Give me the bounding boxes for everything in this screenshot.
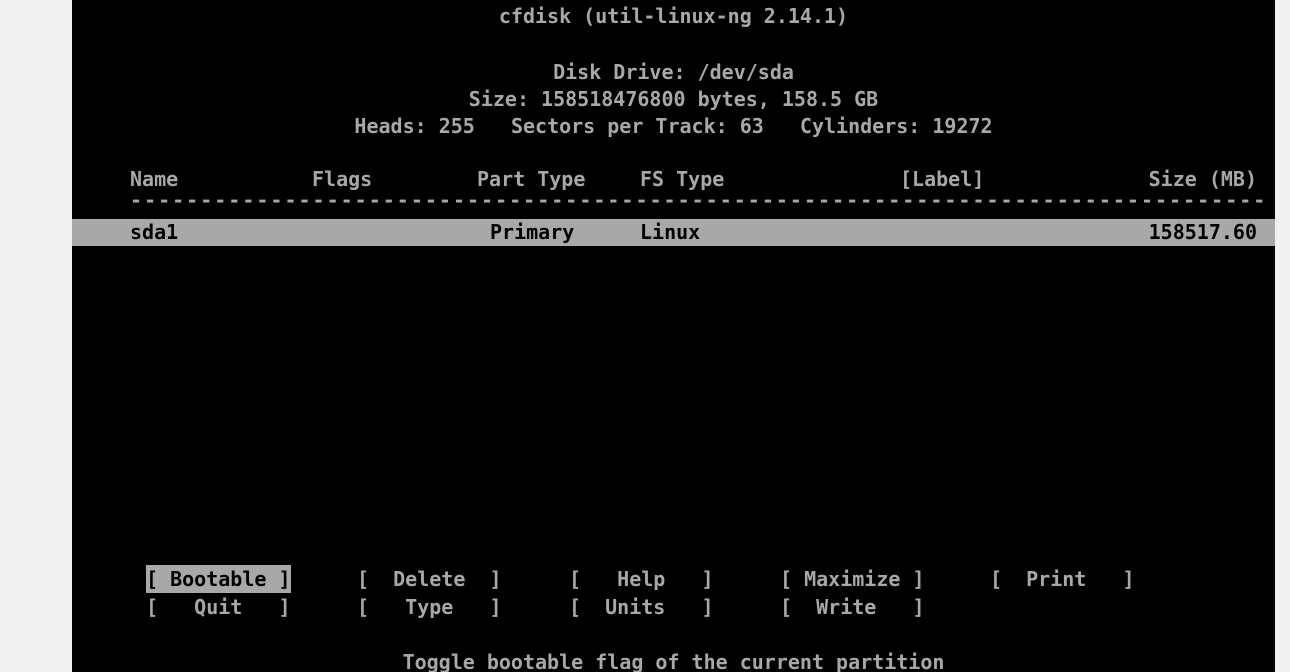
disk-size-label: Size: 158518476800 bytes, 158.5 GB — [468, 87, 879, 111]
print-button[interactable]: [ Print ] — [990, 565, 1135, 593]
table-header-divider — [130, 192, 1263, 208]
column-header-fs-type: FS Type — [640, 167, 725, 191]
delete-button[interactable]: [ Delete ] — [357, 565, 502, 593]
row-fs-type-cell: Linux — [640, 220, 701, 244]
disk-geometry-label: Heads: 255 Sectors per Track: 63 Cylinde… — [354, 114, 993, 138]
row-size-cell: 158517.60 — [1148, 220, 1257, 244]
column-header-label: [Label] — [900, 167, 985, 191]
row-part-type-cell: Primary — [490, 220, 575, 244]
bootable-button[interactable]: [ Bootable ] — [146, 565, 291, 593]
column-header-size: Size (MB) — [1148, 167, 1257, 191]
help-button[interactable]: [ Help ] — [569, 565, 714, 593]
terminal-window: cfdisk (util-linux-ng 2.14.1) Disk Drive… — [72, 0, 1275, 672]
app-title: cfdisk (util-linux-ng 2.14.1) — [498, 4, 849, 28]
column-header-part-type: Part Type — [477, 167, 586, 191]
write-button[interactable]: [ Write ] — [780, 593, 925, 621]
quit-button[interactable]: [ Quit ] — [146, 593, 291, 621]
column-header-name: Name — [130, 167, 179, 191]
status-help-text: Toggle bootable flag of the current part… — [402, 650, 945, 672]
row-name-cell: sda1 — [130, 220, 179, 244]
table-row-sda1[interactable]: sda1 Primary Linux 158517.60 — [72, 219, 1275, 246]
disk-drive-label: Disk Drive: /dev/sda — [553, 60, 794, 84]
units-button[interactable]: [ Units ] — [569, 593, 714, 621]
type-button[interactable]: [ Type ] — [357, 593, 502, 621]
table-header: Name Flags Part Type FS Type [Label] Siz… — [72, 165, 1275, 193]
column-header-flags: Flags — [312, 167, 373, 191]
maximize-button[interactable]: [ Maximize ] — [780, 565, 925, 593]
